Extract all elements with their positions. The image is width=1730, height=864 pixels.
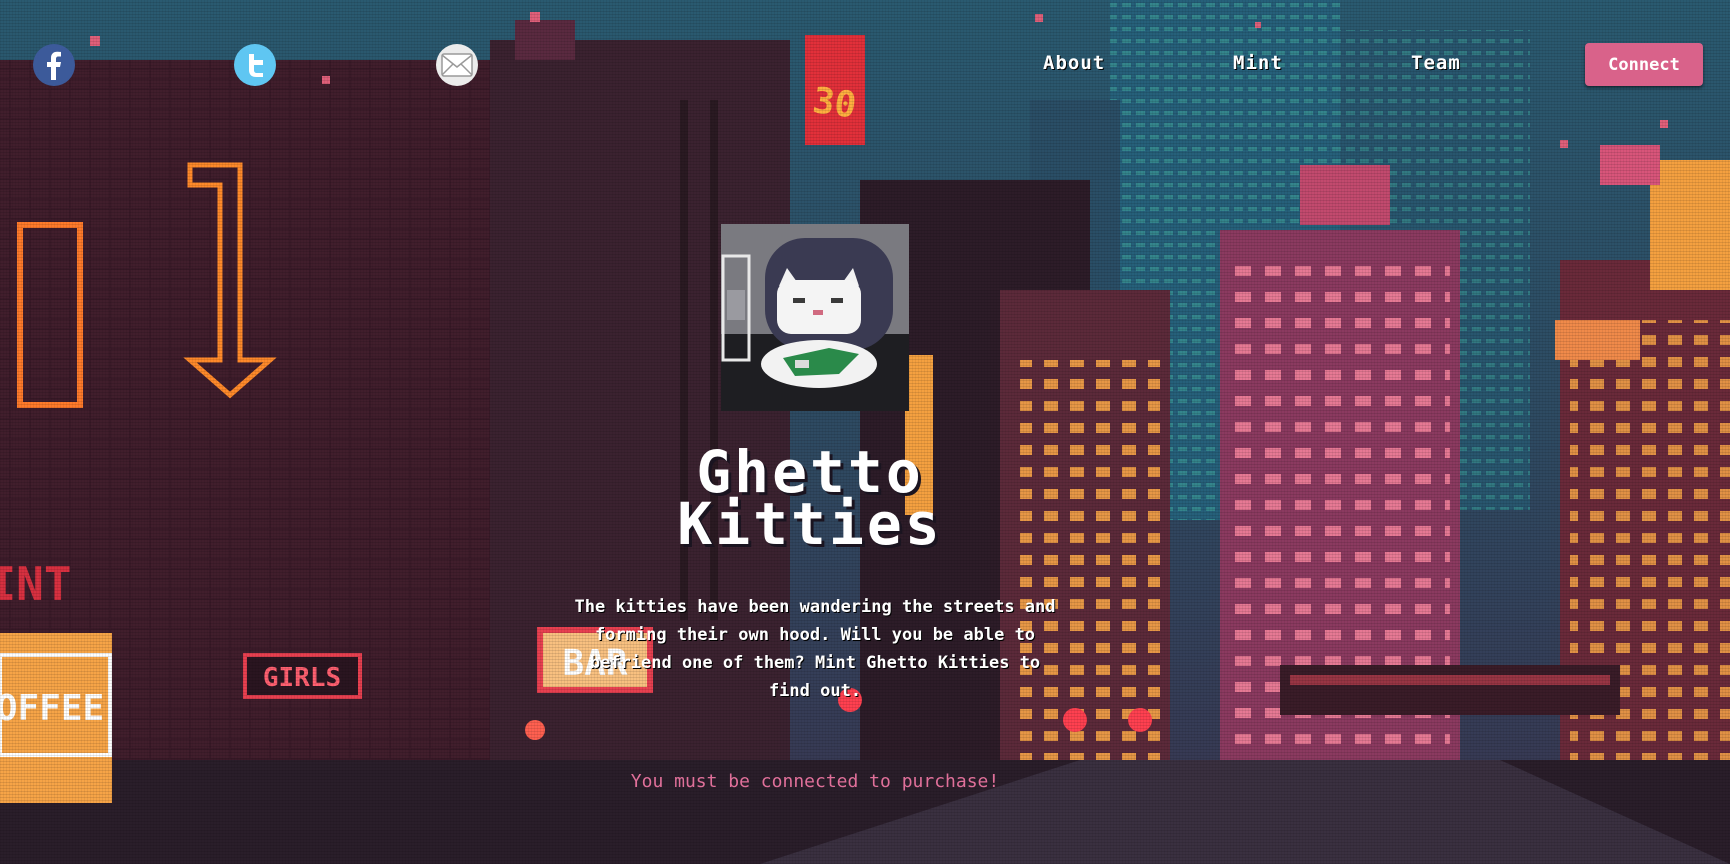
mail-icon (441, 53, 473, 77)
city-background: 30 BAR GIRLS OFFEE INT (0, 0, 1730, 864)
kitty-image (721, 224, 909, 411)
page-title: Ghetto Kitties (560, 443, 1060, 553)
svg-text:GIRLS: GIRLS (263, 663, 341, 693)
connect-button[interactable]: Connect (1585, 43, 1703, 86)
svg-text:30: 30 (810, 80, 859, 127)
facebook-icon (47, 51, 61, 80)
nav-mint-link[interactable]: Mint (1233, 52, 1283, 74)
svg-text:INT: INT (0, 557, 72, 611)
nav-team-link[interactable]: Team (1411, 52, 1461, 74)
hero-description: The kitties have been wandering the stre… (574, 597, 1056, 701)
connect-status-message: You must be connected to purchase! (630, 771, 1000, 792)
mail-button[interactable] (436, 44, 478, 86)
facebook-button[interactable] (33, 44, 75, 86)
svg-text:OFFEE: OFFEE (0, 688, 104, 729)
twitter-button[interactable] (234, 44, 276, 86)
twitter-icon (249, 54, 263, 77)
title-line-2: Kitties (677, 490, 943, 558)
nav-about-link[interactable]: About (1043, 52, 1105, 74)
